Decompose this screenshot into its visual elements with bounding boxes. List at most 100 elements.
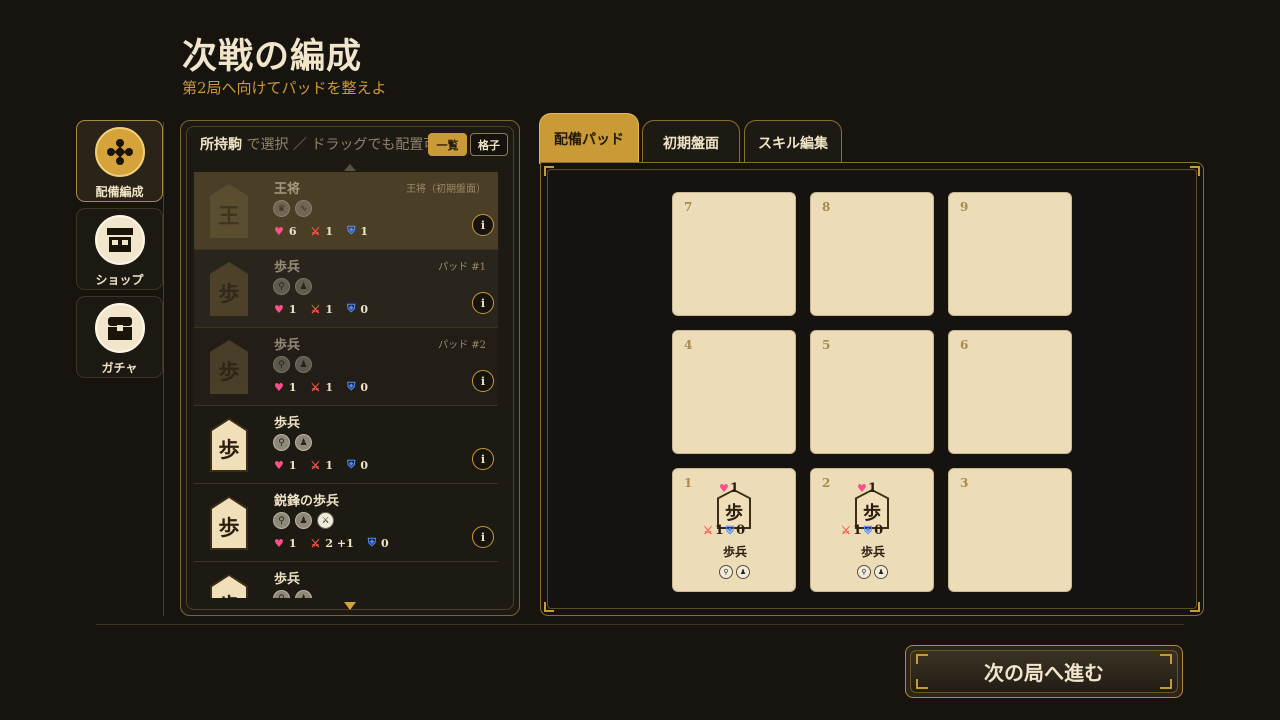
- pad-cell-3[interactable]: 3: [948, 468, 1072, 592]
- pad-cell-8[interactable]: 8: [810, 192, 934, 316]
- frame-corner: [1190, 166, 1200, 176]
- frame-corner: [544, 166, 554, 176]
- hp-value: 1: [288, 302, 297, 316]
- shield-icon: ⛨: [347, 458, 356, 471]
- pawn-skill-icon: ♟: [874, 565, 888, 579]
- cell-number: 8: [822, 200, 831, 214]
- piece-tag: パッド #1: [438, 262, 486, 273]
- view-grid-toggle[interactable]: 格子: [470, 133, 508, 156]
- tab-skill-edit[interactable]: スキル編集: [744, 120, 842, 164]
- shogi-piece-icon: 歩: [210, 574, 248, 598]
- heart-icon: ♥: [274, 380, 284, 394]
- sword-icon: ⚔: [310, 224, 321, 238]
- hp-badge: ♥ 1: [719, 481, 739, 496]
- frame-corner: [1160, 679, 1172, 689]
- frame-corner: [1190, 602, 1200, 612]
- tab-deploy-pad[interactable]: 配備パッド: [539, 113, 639, 164]
- swords-skill-icon: ⚔: [317, 512, 334, 529]
- nav-divider: [163, 122, 164, 616]
- list-item[interactable]: 歩 歩兵 パッド #1 ⚲ ♟ ♥ 1 ⚔ 1 ⛨ 0 i: [194, 250, 498, 328]
- piece-name: 歩兵: [274, 338, 301, 353]
- piece-glyph: 王: [218, 203, 240, 228]
- pin-skill-icon: ⚲: [719, 565, 733, 579]
- info-button[interactable]: i: [472, 526, 494, 548]
- nav-label: 配備編成: [95, 185, 144, 199]
- scroll-down-icon[interactable]: [344, 602, 356, 610]
- sword-icon: ⚔: [841, 524, 851, 537]
- page-title: 次戦の編成: [182, 36, 363, 77]
- pawn-skill-icon: ♟: [295, 590, 312, 598]
- shield-icon: ⛨: [367, 536, 377, 549]
- hp-value: 1: [288, 458, 297, 472]
- nav-item-formation[interactable]: 配備編成: [76, 120, 163, 202]
- footer-divider: [96, 624, 1184, 625]
- cell-number: 9: [960, 200, 969, 214]
- list-item[interactable]: 歩 歩兵 ⚲ ♟: [194, 562, 498, 598]
- next-round-button[interactable]: 次の局へ進む: [905, 645, 1183, 698]
- tab-initial-board[interactable]: 初期盤面: [642, 120, 740, 164]
- inventory-header: 所持駒 で選択 ／ ドラッグでも配置可: [200, 134, 437, 154]
- scroll-up-icon[interactable]: [344, 164, 356, 171]
- piece-name: 歩兵: [274, 572, 301, 587]
- pin-skill-icon: ⚲: [273, 356, 290, 373]
- view-list-toggle[interactable]: 一覧: [428, 133, 467, 156]
- frame-corner: [1160, 654, 1172, 664]
- heart-icon: ♥: [719, 482, 729, 495]
- info-button[interactable]: i: [472, 448, 494, 470]
- atk-def-badge: ⚔ 1 ⛨ 0: [703, 523, 745, 538]
- inventory-title: 所持駒: [200, 137, 242, 153]
- list-item[interactable]: 王 王将 王将（初期盤面） ♛ ∿ ♥ 6 ⚔ 1 ⛨ 1 i: [194, 172, 498, 250]
- atk-value: 1: [714, 523, 724, 538]
- atk-value: 1: [852, 523, 862, 538]
- pad-cell-4[interactable]: 4: [672, 330, 796, 454]
- shield-icon: ⛨: [863, 523, 873, 537]
- pad-cell-6[interactable]: 6: [948, 330, 1072, 454]
- atk-def-badge: ⚔ 1 ⛨ 0: [841, 523, 883, 538]
- frame-corner: [916, 654, 928, 664]
- def-value: 0: [874, 523, 884, 538]
- page-subtitle: 第2局へ向けてパッドを整えよ: [182, 79, 387, 97]
- gacha-chest-icon: [94, 303, 145, 353]
- hp-value: 1: [288, 536, 297, 550]
- piece-name: 歩兵: [860, 545, 885, 559]
- cell-number: 4: [684, 338, 693, 352]
- hp-value: 6: [288, 224, 297, 238]
- piece-glyph: 歩: [212, 576, 246, 598]
- list-item[interactable]: 歩 歩兵 パッド #2 ⚲ ♟ ♥ 1 ⚔ 1 ⛨ 0 i: [194, 328, 498, 406]
- shield-icon: ⛨: [347, 224, 356, 237]
- pad-cell-7[interactable]: 7: [672, 192, 796, 316]
- inventory-list: 王 王将 王将（初期盤面） ♛ ∿ ♥ 6 ⚔ 1 ⛨ 1 i 歩 歩兵 パッド #1 …: [194, 172, 498, 598]
- info-button[interactable]: i: [472, 292, 494, 314]
- def-value: 0: [736, 523, 746, 538]
- pad-cell-1[interactable]: 1 歩 ♥ 1 ⚔ 1 ⛨ 0 歩兵 ⚲ ♟: [672, 468, 796, 592]
- piece-tag: 王将（初期盤面）: [406, 184, 486, 195]
- piece-name: 歩兵: [722, 545, 747, 559]
- heart-icon: ♥: [274, 302, 284, 316]
- shield-icon: ⛨: [347, 380, 356, 393]
- pad-cell-2[interactable]: 2 歩 ♥ 1 ⚔ 1 ⛨ 0 歩兵 ⚲ ♟: [810, 468, 934, 592]
- cell-number: 5: [822, 338, 831, 352]
- shield-icon: ⛨: [725, 523, 735, 537]
- hp-badge: ♥ 1: [857, 481, 877, 496]
- list-item[interactable]: 歩 鋭鋒の歩兵 ⚲ ♟ ⚔ ♥ 1 ⚔ 2 +1 ⛨ 0 i: [194, 484, 498, 562]
- pawn-skill-icon: ♟: [295, 434, 312, 451]
- shop-icon: [94, 215, 145, 265]
- heart-icon: ♥: [857, 482, 867, 495]
- sword-icon: ⚔: [310, 302, 321, 316]
- def-value: 0: [360, 380, 368, 394]
- nav-item-gacha[interactable]: ガチャ: [76, 296, 163, 378]
- swirl-skill-icon: ∿: [295, 200, 312, 217]
- pin-skill-icon: ⚲: [273, 278, 290, 295]
- pin-skill-icon: ⚲: [273, 512, 290, 529]
- piece-glyph: 歩: [218, 359, 240, 384]
- cell-number: 6: [960, 338, 969, 352]
- nav-item-shop[interactable]: ショップ: [76, 208, 163, 290]
- info-button[interactable]: i: [472, 214, 494, 236]
- pad-cell-9[interactable]: 9: [948, 192, 1072, 316]
- pad-cell-5[interactable]: 5: [810, 330, 934, 454]
- list-item[interactable]: 歩 歩兵 ⚲ ♟ ♥ 1 ⚔ 1 ⛨ 0 i: [194, 406, 498, 484]
- pawn-skill-icon: ♟: [295, 512, 312, 529]
- shogi-piece-icon: 歩: [210, 418, 248, 472]
- heart-icon: ♥: [274, 536, 284, 550]
- info-button[interactable]: i: [472, 370, 494, 392]
